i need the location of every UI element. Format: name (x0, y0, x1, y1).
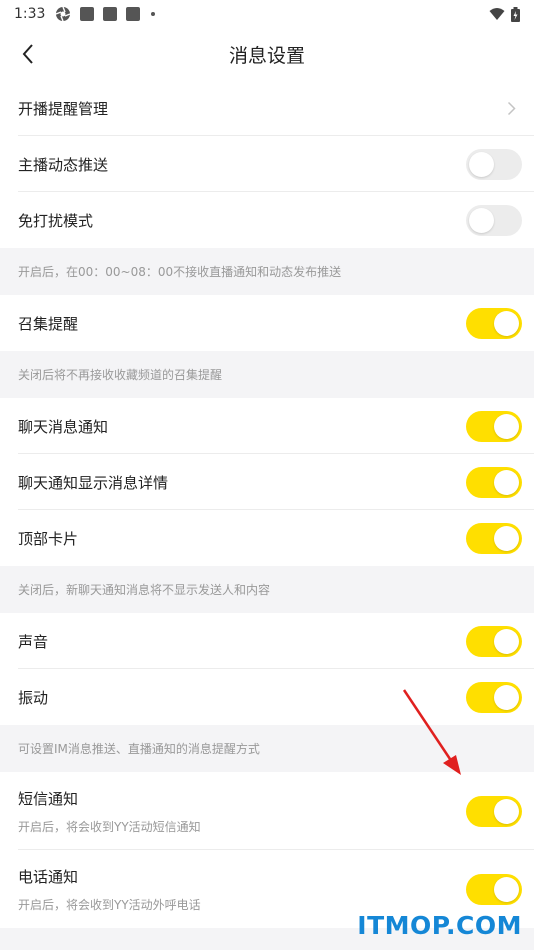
notification-icon (80, 7, 95, 21)
toggle-knob (494, 469, 519, 495)
toggle-knob (469, 207, 494, 233)
gather-label: 召集提醒 (18, 314, 79, 333)
phone-label: 电话通知 (18, 867, 79, 886)
dnd-toggle[interactable] (466, 204, 522, 236)
battery-icon (511, 6, 520, 22)
nav-bar: 消息设置 (0, 28, 534, 80)
gather-row: 召集提醒 (0, 295, 534, 351)
gather-toggle[interactable] (466, 307, 522, 339)
back-button[interactable] (14, 40, 42, 68)
notification-icon (126, 7, 141, 21)
vibrate-row: 振动 (0, 669, 534, 725)
page-title: 消息设置 (228, 44, 305, 67)
anchor-push-toggle[interactable] (466, 148, 522, 180)
sound-row: 声音 (0, 613, 534, 669)
toggle-knob (494, 628, 519, 654)
more-notifications-icon (151, 12, 156, 16)
chat-note: 关闭后，新聊天通知消息将不显示发送人和内容 (0, 566, 534, 613)
toggle-knob (494, 413, 519, 439)
wifi-icon (489, 7, 505, 21)
sms-toggle[interactable] (466, 795, 522, 827)
phone-toggle[interactable] (466, 873, 522, 905)
dnd-row: 免打扰模式 (0, 192, 534, 248)
phone-sub: 开启后，将会收到YY活动外呼电话 (18, 897, 201, 912)
vibrate-label: 振动 (18, 688, 49, 707)
watermark: ITMOP.COM (357, 911, 522, 940)
toggle-knob (494, 684, 519, 710)
sms-row: 短信通知 开启后，将会收到YY活动短信通知 (0, 772, 534, 850)
sound-toggle[interactable] (466, 625, 522, 657)
vibrate-toggle[interactable] (466, 681, 522, 713)
top-card-label: 顶部卡片 (18, 529, 79, 548)
notification-icon (103, 7, 118, 21)
top-card-row: 顶部卡片 (0, 510, 534, 566)
toggle-knob (494, 310, 519, 336)
chat-detail-row: 聊天通知显示消息详情 (0, 454, 534, 510)
live-reminder-row[interactable]: 开播提醒管理 (0, 80, 534, 136)
sms-sub: 开启后，将会收到YY活动短信通知 (18, 819, 201, 834)
chat-notify-row: 聊天消息通知 (0, 398, 534, 454)
gather-note: 关闭后将不再接收收藏频道的召集提醒 (0, 351, 534, 398)
anchor-push-row: 主播动态推送 (0, 136, 534, 192)
chat-notify-label: 聊天消息通知 (18, 417, 109, 436)
toggle-knob (469, 151, 494, 177)
dnd-label: 免打扰模式 (18, 211, 94, 230)
top-card-toggle[interactable] (466, 522, 522, 554)
chevron-right-icon (507, 101, 516, 115)
toggle-knob (494, 525, 519, 551)
toggle-knob (494, 876, 519, 902)
aperture-icon (55, 6, 71, 22)
chat-detail-label: 聊天通知显示消息详情 (18, 473, 169, 492)
sound-label: 声音 (18, 632, 49, 651)
chat-detail-toggle[interactable] (466, 466, 522, 498)
chevron-left-icon (22, 44, 33, 64)
im-note: 可设置IM消息推送、直播通知的消息提醒方式 (0, 725, 534, 772)
status-bar: 1:33 (0, 0, 534, 28)
anchor-push-label: 主播动态推送 (18, 155, 109, 174)
live-reminder-label: 开播提醒管理 (18, 99, 109, 118)
dnd-note: 开启后，在00：00~08：00不接收直播通知和动态发布推送 (0, 248, 534, 295)
toggle-knob (494, 798, 519, 824)
sms-label: 短信通知 (18, 789, 79, 808)
chat-notify-toggle[interactable] (466, 410, 522, 442)
status-time: 1:33 (14, 6, 46, 22)
